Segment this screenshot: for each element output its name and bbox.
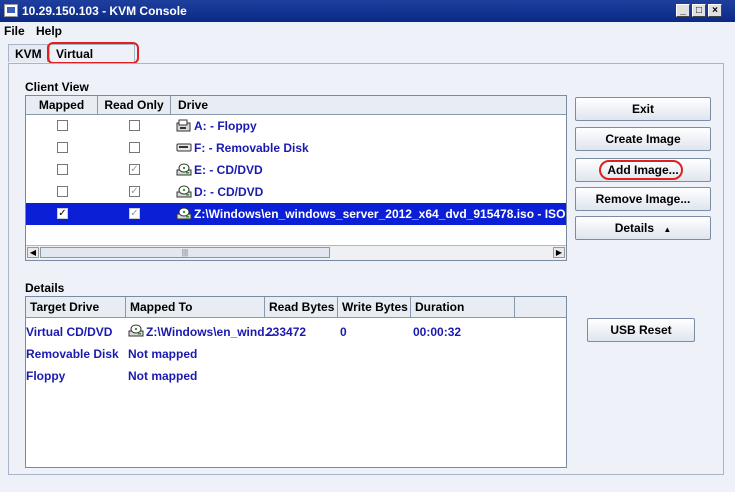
table-row[interactable]: A: - Floppy <box>26 115 566 137</box>
usb-reset-button[interactable]: USB Reset <box>587 318 695 342</box>
table-row[interactable]: D: - CD/DVD <box>26 181 566 203</box>
drive-label: D: - CD/DVD <box>194 185 264 199</box>
mapped-to-cell: Z:\Windows\en_wind... <box>146 325 275 339</box>
menu-file[interactable]: File <box>4 24 25 38</box>
tab-kvm-label: KVM <box>15 47 42 61</box>
remove-image-button[interactable]: Remove Image... <box>575 187 711 211</box>
tab-kvm[interactable]: KVM <box>8 44 48 62</box>
menu-bar: File Help <box>0 22 735 40</box>
column-header-mapped-to[interactable]: Mapped To <box>126 297 265 317</box>
kvm-console-window: 10.29.150.103 - KVM Console _ □ × File H… <box>0 0 735 492</box>
app-icon <box>4 4 18 17</box>
details-table: Target Drive Mapped To Read Bytes Write … <box>25 296 567 468</box>
iso-image-icon <box>176 207 192 220</box>
column-header-read-only[interactable]: Read Only <box>98 96 171 114</box>
mapped-checkbox[interactable] <box>57 186 68 197</box>
table-row[interactable]: Z:\Windows\en_windows_server_2012_x64_dv… <box>26 203 566 225</box>
write-bytes-cell: 0 <box>340 325 347 339</box>
cd-drive-icon <box>128 324 144 337</box>
read-only-checkbox[interactable] <box>129 164 140 175</box>
close-button[interactable]: × <box>708 4 722 17</box>
read-only-checkbox[interactable] <box>129 142 140 153</box>
read-only-checkbox[interactable] <box>129 208 140 219</box>
removable-disk-icon <box>176 141 192 154</box>
drive-label: F: - Removable Disk <box>194 141 309 155</box>
column-header-drive[interactable]: Drive <box>171 96 566 114</box>
column-header-write-bytes[interactable]: Write Bytes <box>338 297 411 317</box>
cd-drive-icon <box>176 163 192 176</box>
scroll-thumb[interactable]: ||| <box>40 247 330 258</box>
title-bar[interactable]: 10.29.150.103 - KVM Console _ □ × <box>0 0 735 22</box>
mapped-to-cell: Not mapped <box>128 347 198 361</box>
client-view-header: Mapped Read Only Drive <box>26 96 566 115</box>
scroll-right-icon[interactable]: ▶ <box>553 247 565 258</box>
mapped-checkbox[interactable] <box>57 142 68 153</box>
duration-cell: 00:00:32 <box>413 325 462 339</box>
client-view-label: Client View <box>25 80 89 94</box>
column-header-target-drive[interactable]: Target Drive <box>26 297 126 317</box>
target-drive-cell: Virtual CD/DVD <box>26 325 113 339</box>
target-drive-cell: Floppy <box>26 369 66 383</box>
mapped-checkbox[interactable] <box>57 120 68 131</box>
create-image-button[interactable]: Create Image <box>575 127 711 151</box>
table-row[interactable]: Floppy Not mapped <box>26 365 566 387</box>
chevron-up-icon: ▲ <box>663 225 672 234</box>
add-image-button[interactable]: Add Image... <box>575 158 711 182</box>
table-row[interactable]: F: - Removable Disk <box>26 137 566 159</box>
mapped-checkbox[interactable] <box>57 164 68 175</box>
target-drive-cell: Removable Disk <box>26 347 119 361</box>
menu-help[interactable]: Help <box>36 24 62 38</box>
tab-virtual-media[interactable]: Virtual Media <box>49 44 135 75</box>
table-row[interactable]: E: - CD/DVD <box>26 159 566 181</box>
client-view-table: Mapped Read Only Drive A: - Floppy F: - R… <box>25 95 567 261</box>
drive-label: E: - CD/DVD <box>194 163 263 177</box>
minimize-button[interactable]: _ <box>676 4 690 17</box>
virtual-media-panel: Client View Mapped Read Only Drive A: - … <box>8 63 724 475</box>
scroll-left-icon[interactable]: ◀ <box>27 247 39 258</box>
cd-drive-icon <box>176 185 192 198</box>
floppy-drive-icon <box>176 119 192 132</box>
column-header-duration[interactable]: Duration <box>411 297 515 317</box>
exit-button[interactable]: Exit <box>575 97 711 121</box>
details-label: Details <box>25 281 65 295</box>
horizontal-scrollbar[interactable]: ◀ ||| ▶ <box>26 245 566 260</box>
details-button[interactable]: Details ▲ <box>575 216 711 240</box>
details-header: Target Drive Mapped To Read Bytes Write … <box>26 297 566 318</box>
column-header-read-bytes[interactable]: Read Bytes <box>265 297 338 317</box>
read-only-checkbox[interactable] <box>129 186 140 197</box>
read-bytes-cell: 233472 <box>266 325 307 339</box>
read-only-checkbox[interactable] <box>129 120 140 131</box>
maximize-button[interactable]: □ <box>692 4 706 17</box>
table-row[interactable]: Removable Disk Not mapped <box>26 343 566 365</box>
window-title: 10.29.150.103 - KVM Console <box>22 4 187 18</box>
mapped-checkbox[interactable] <box>57 208 68 219</box>
mapped-to-cell: Not mapped <box>128 369 198 383</box>
tab-strip: KVM Virtual Media <box>0 42 735 75</box>
table-row[interactable]: Virtual CD/DVD Z:\Windows\en_wind... 23347… <box>26 321 566 343</box>
column-header-mapped[interactable]: Mapped <box>26 96 98 114</box>
details-button-label: Details <box>614 221 655 235</box>
drive-label: A: - Floppy <box>194 119 257 133</box>
drive-label: Z:\Windows\en_windows_server_2012_x64_dv… <box>194 207 567 221</box>
